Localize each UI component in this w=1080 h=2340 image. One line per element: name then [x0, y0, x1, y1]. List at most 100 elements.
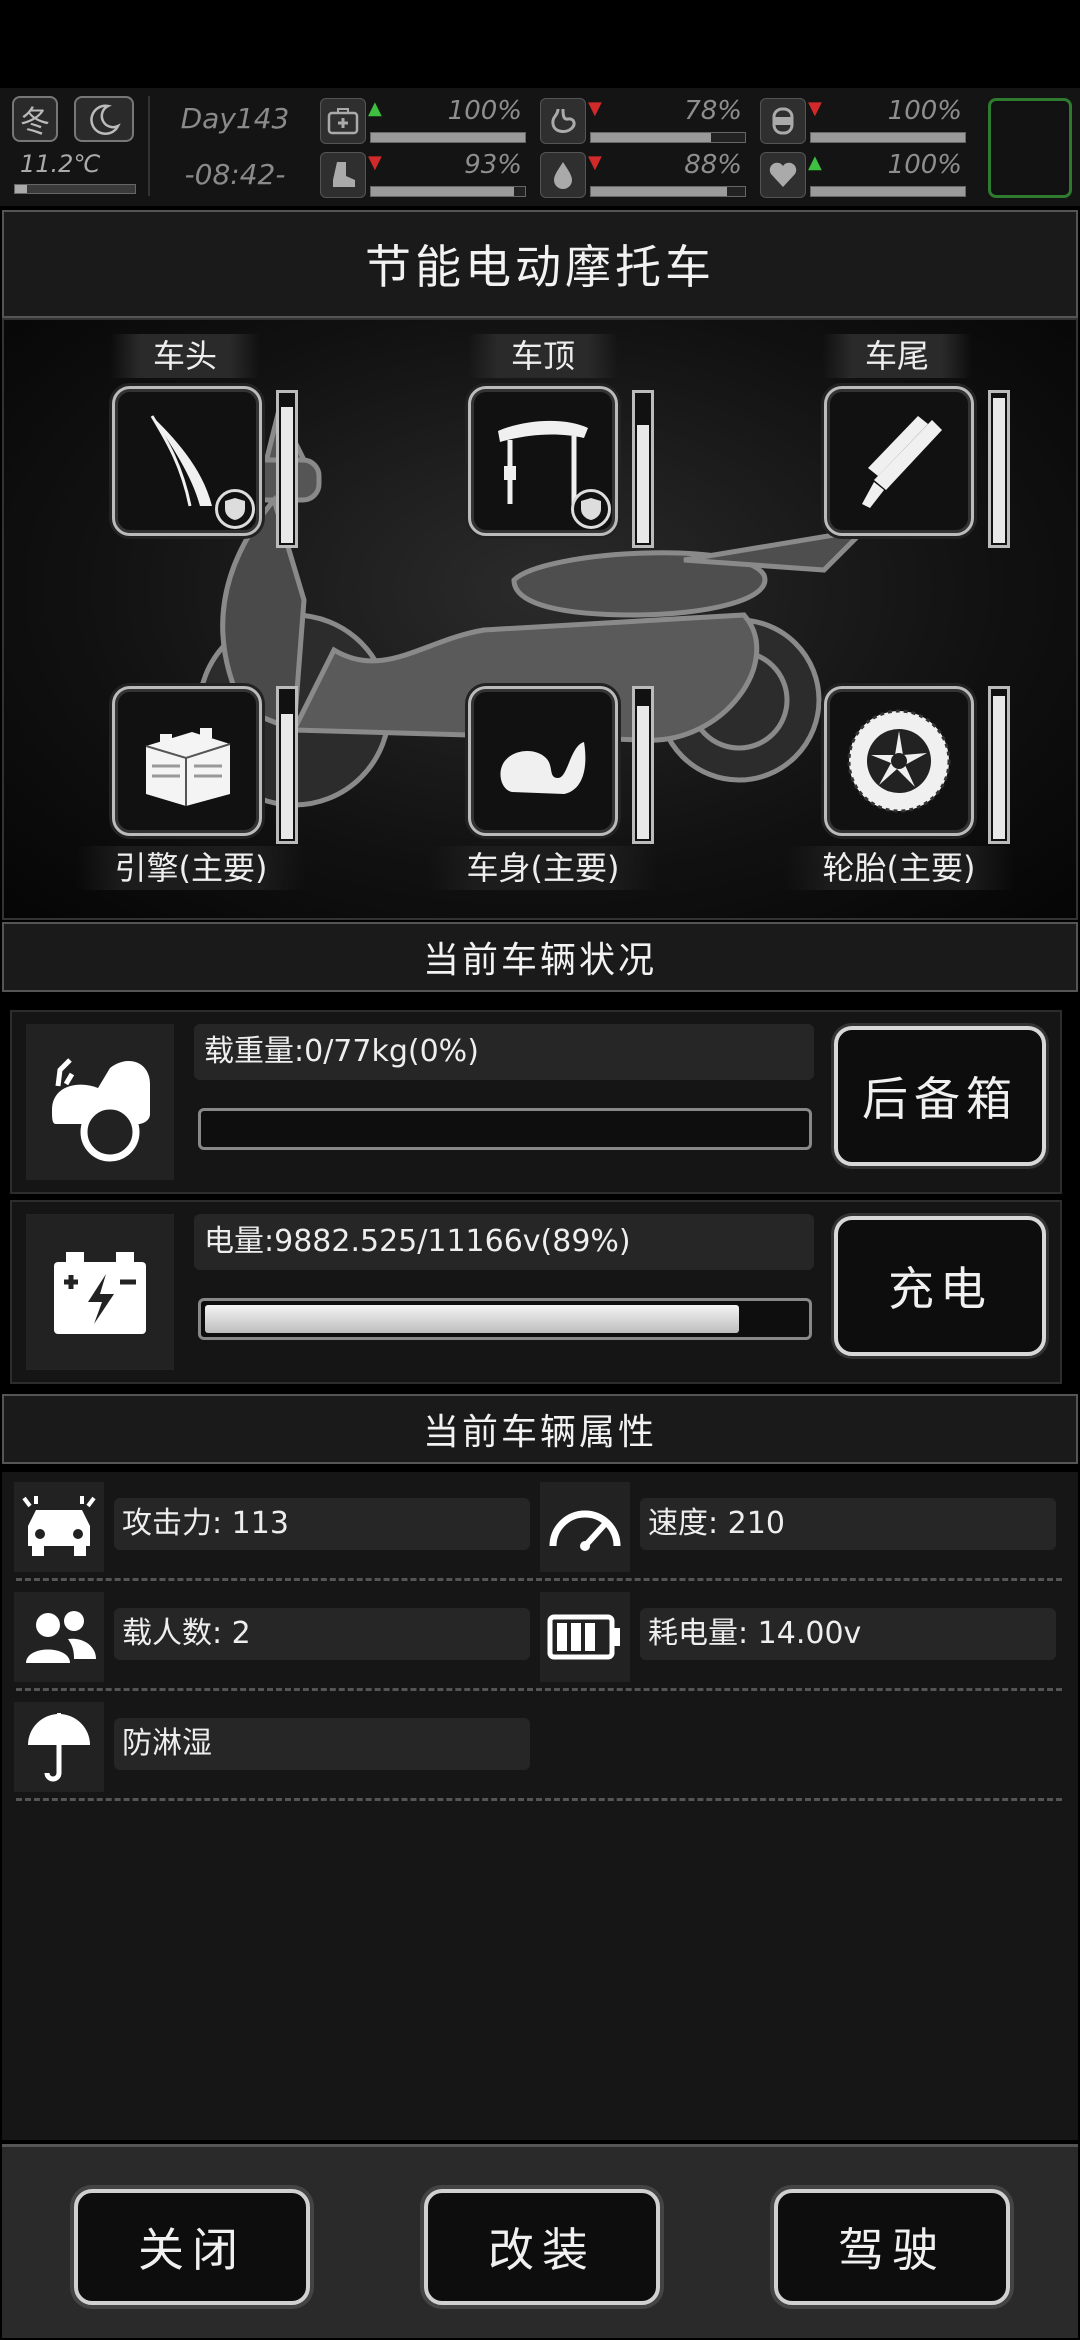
part-label-roof: 车顶 [468, 334, 618, 378]
part-gauge-engine [276, 686, 298, 844]
temperature-bar-fill [15, 185, 27, 193]
storage-button[interactable]: 后备箱 [834, 1026, 1046, 1166]
stat-value: 100% [887, 96, 962, 126]
divider [16, 1688, 1062, 1691]
vehicle-diagram: 车头 车顶 车尾 引擎(主要) 车身(主要) 轮胎(主要) [2, 318, 1078, 920]
part-label-engine: 引擎(主要) [76, 846, 306, 890]
trend-arrow-icon: ▼ [588, 98, 602, 119]
vehicle-title-text: 节能电动摩托车 [365, 240, 715, 294]
battery-bar [198, 1298, 812, 1340]
tire-icon [847, 709, 951, 813]
stat-value: 88% [684, 150, 742, 180]
stat-bar [590, 132, 746, 143]
condition-section-title: 当前车辆状况 [2, 922, 1078, 992]
gauge-fill [281, 713, 293, 839]
status-divider [148, 96, 150, 196]
storage-button-label: 后备箱 [862, 1072, 1018, 1126]
battery-level-icon [540, 1592, 630, 1682]
part-gauge-tail [988, 390, 1010, 548]
gauge-fill [637, 425, 649, 543]
speedometer-icon [540, 1482, 630, 1572]
attr-passengers-text: 载人数: 2 [114, 1608, 530, 1660]
drive-button-label: 驾驶 [838, 2223, 946, 2277]
stat-thirst: ▼ 88% [540, 150, 750, 200]
equipped-item-slot[interactable] [988, 98, 1072, 198]
part-slot-roof[interactable] [468, 386, 618, 536]
drive-button[interactable]: 驾驶 [774, 2189, 1010, 2305]
attributes-list: 攻击力: 113 速度: 210 载人数: 2 耗电量: 14.00v 防淋湿 [2, 1472, 1078, 2140]
part-slot-engine[interactable] [112, 686, 262, 836]
close-button[interactable]: 关闭 [74, 2189, 310, 2305]
trend-arrow-icon: ▼ [808, 98, 822, 119]
boot-icon [320, 152, 366, 198]
vehicle-title: 节能电动摩托车 [2, 210, 1078, 318]
stat-bar-fill [591, 187, 727, 196]
stat-mood: ▲ 100% [760, 150, 970, 200]
part-slot-tail[interactable] [824, 386, 974, 536]
users-icon [14, 1592, 104, 1682]
part-slot-tire[interactable] [824, 686, 974, 836]
attributes-section-title-text: 当前车辆属性 [422, 1412, 657, 1453]
gauge-fill [993, 398, 1005, 543]
condition-section-title-text: 当前车辆状况 [422, 940, 657, 981]
gauge-fill [637, 706, 649, 839]
charge-button-label: 充电 [888, 1262, 992, 1316]
stat-bar-fill [811, 133, 965, 142]
gauge-fill [993, 695, 1005, 839]
part-label-head: 车头 [110, 334, 260, 378]
attr-speed-text: 速度: 210 [640, 1498, 1056, 1550]
stat-bar-fill [591, 133, 712, 142]
load-text: 载重量:0/77kg(0%) [194, 1024, 814, 1080]
stat-bar [590, 186, 746, 197]
bottom-action-bar: 关闭 改装 驾驶 [2, 2144, 1078, 2338]
part-gauge-roof [632, 390, 654, 548]
part-slot-head[interactable] [112, 386, 262, 536]
part-gauge-body [632, 686, 654, 844]
heart-icon [760, 152, 806, 198]
stat-bar [370, 186, 526, 197]
divider [16, 1578, 1062, 1581]
attributes-section-title: 当前车辆属性 [2, 1394, 1078, 1464]
stat-stamina: ▼ 93% [320, 150, 530, 200]
stomach-icon [540, 98, 586, 144]
gauge-fill [281, 407, 293, 543]
part-label-tail: 车尾 [822, 334, 972, 378]
modify-button-label: 改装 [488, 2223, 596, 2277]
battery-panel: 电量:9882.525/11166v(89%) 充电 [10, 1200, 1062, 1384]
clock-time: -08:42- [184, 158, 286, 191]
exhaust-pipe-icon [862, 416, 942, 508]
stat-bar-fill [371, 133, 525, 142]
charge-button[interactable]: 充电 [834, 1216, 1046, 1356]
status-bar: 冬 11.2℃ Day143 -08:42- ▲ 100% ▼ 78% ▼ 10… [0, 88, 1080, 206]
stat-bandage: ▼ 100% [760, 96, 970, 146]
modify-button[interactable]: 改装 [424, 2189, 660, 2305]
load-bar [198, 1108, 812, 1150]
part-label-body: 车身(主要) [428, 846, 658, 890]
trunk-icon [26, 1024, 174, 1180]
stat-hunger: ▼ 78% [540, 96, 750, 146]
shield-icon [215, 489, 255, 529]
stat-bar [370, 132, 526, 143]
attr-feature-text: 防淋湿 [114, 1718, 530, 1770]
battery-engine-icon [145, 728, 231, 806]
trend-arrow-icon: ▲ [808, 152, 822, 173]
part-label-tire: 轮胎(主要) [784, 846, 1014, 890]
stat-value: 100% [887, 150, 962, 180]
trend-arrow-icon: ▲ [368, 98, 382, 119]
season-badge: 冬 [12, 96, 58, 142]
part-gauge-head [276, 390, 298, 548]
umbrella-icon [14, 1702, 104, 1792]
scooter-body-icon [500, 742, 586, 794]
medkit-icon [320, 98, 366, 144]
divider [16, 1798, 1062, 1801]
part-gauge-tire [988, 686, 1010, 844]
stat-bar-fill [371, 187, 515, 196]
battery-charge-icon [26, 1214, 174, 1370]
temperature-bar [14, 184, 136, 194]
stat-bar [810, 132, 966, 143]
part-slot-body[interactable] [468, 686, 618, 836]
bandage-icon [760, 98, 806, 144]
attr-attack-text: 攻击力: 113 [114, 1498, 530, 1550]
battery-text: 电量:9882.525/11166v(89%) [194, 1214, 814, 1270]
shield-icon [571, 489, 611, 529]
